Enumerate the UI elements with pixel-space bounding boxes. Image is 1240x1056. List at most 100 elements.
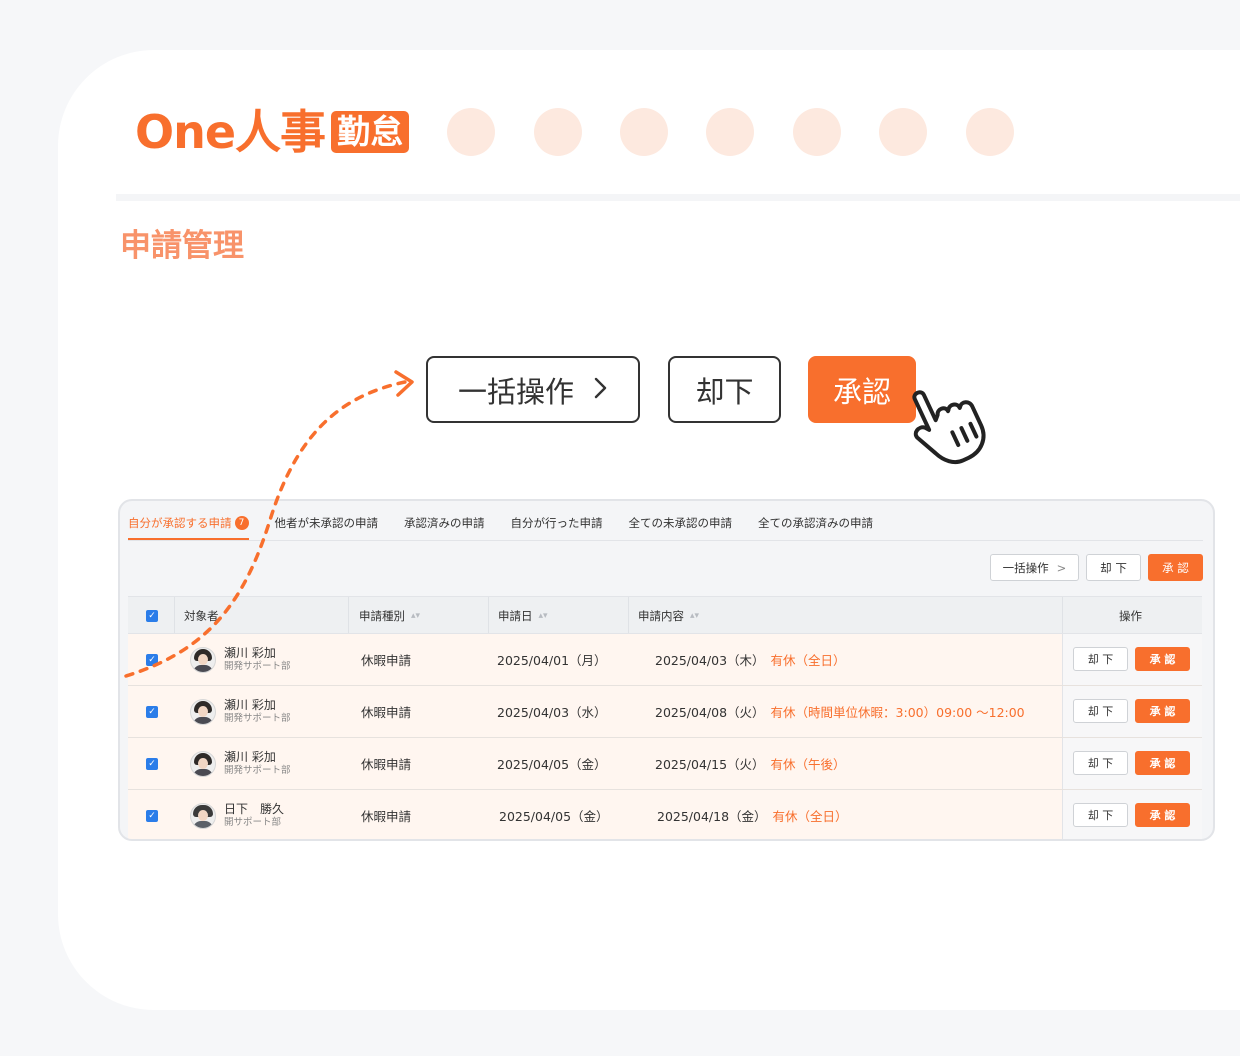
column-divider <box>628 597 629 633</box>
content-date: 2025/04/08（火） <box>655 705 765 720</box>
brand-badge: 勤怠 <box>331 111 410 153</box>
row-approve-button[interactable]: 承 認 <box>1135 699 1190 723</box>
tab-all-approved[interactable]: 全ての承認済みの申請 <box>758 515 873 540</box>
tab-others-pending[interactable]: 他者が未承認の申請 <box>275 515 379 540</box>
bulk-action-button[interactable]: 一括操作 > <box>990 554 1079 581</box>
header-divider <box>116 194 1240 201</box>
check-icon: ✓ <box>146 705 158 718</box>
bulk-action-label: 一括操作 <box>457 374 574 409</box>
table-row: ✓ 日下 勝久 開サポート部 休暇申請 2025/04/05（金） 2025/0… <box>128 790 1202 839</box>
type-cell: 休暇申請 <box>361 653 412 668</box>
leave-type: 有休（午後） <box>770 757 846 772</box>
bulk-action-button-large[interactable]: 一括操作 <box>426 356 640 423</box>
date-cell: 2025/04/03（水） <box>497 705 607 720</box>
header-ops: 操作 <box>1119 609 1142 623</box>
decorative-dot <box>793 108 841 156</box>
count-badge: 7 <box>234 516 249 530</box>
avatar <box>190 698 216 725</box>
row-approve-button[interactable]: 承 認 <box>1135 803 1190 827</box>
column-divider <box>174 597 175 633</box>
row-reject-button[interactable]: 却 下 <box>1073 803 1128 827</box>
tab-all-pending[interactable]: 全ての未承認の申請 <box>629 515 733 540</box>
header-subject: 対象者 <box>184 609 219 623</box>
type-cell: 休暇申請 <box>361 705 412 720</box>
person-name: 日下 勝久 <box>224 801 285 816</box>
requests-table: ✓ 対象者 申請種別 ▴▾ 申請日 ▴▾ 申請内容 ▴▾ 操作 ✓ 瀬川 彩加 … <box>128 596 1202 839</box>
column-divider <box>348 597 349 633</box>
tab-label: 自分が承認する申請 <box>128 516 232 530</box>
content-cell: 2025/04/03（木） 有休（全日） <box>655 634 846 685</box>
select-all-checkbox[interactable]: ✓ <box>146 597 158 635</box>
avatar <box>190 646 216 673</box>
tab-bar: 自分が承認する申請 7 他者が未承認の申請 承認済みの申請 自分が行った申請 全… <box>128 501 1203 541</box>
decorative-dot <box>966 108 1014 156</box>
table-header: ✓ 対象者 申請種別 ▴▾ 申請日 ▴▾ 申請内容 ▴▾ 操作 <box>128 596 1202 634</box>
person-dept: 開発サポート部 <box>224 712 291 724</box>
date-cell: 2025/04/01（月） <box>497 653 607 668</box>
row-reject-button[interactable]: 却 下 <box>1073 751 1128 775</box>
ops-cell: 却 下 承 認 <box>1062 738 1202 789</box>
row-approve-button[interactable]: 承 認 <box>1135 751 1190 775</box>
decorative-dot <box>879 108 927 156</box>
header-content[interactable]: 申請内容 ▴▾ <box>638 597 699 635</box>
row-checkbox[interactable]: ✓ <box>146 686 158 737</box>
header-date[interactable]: 申請日 ▴▾ <box>498 597 548 635</box>
row-checkbox[interactable]: ✓ <box>146 738 158 789</box>
tab-my-approvals[interactable]: 自分が承認する申請 7 <box>128 515 249 540</box>
row-checkbox[interactable]: ✓ <box>146 634 158 685</box>
person-dept: 開発サポート部 <box>224 764 291 776</box>
table-row: ✓ 瀬川 彩加 開発サポート部 休暇申請 2025/04/01（月） 2025/… <box>128 634 1202 686</box>
check-icon: ✓ <box>146 809 158 822</box>
subject-cell: 日下 勝久 開サポート部 <box>190 790 285 839</box>
decorative-dot <box>620 108 668 156</box>
decorative-dot <box>534 108 582 156</box>
person-name: 瀬川 彩加 <box>224 645 276 660</box>
tab-approved[interactable]: 承認済みの申請 <box>404 515 485 540</box>
check-icon: ✓ <box>146 653 158 666</box>
check-icon: ✓ <box>146 757 158 770</box>
date-cell: 2025/04/05（金） <box>499 809 609 824</box>
date-cell: 2025/04/05（金） <box>497 757 607 772</box>
bulk-action-label: 一括操作 <box>1002 560 1049 575</box>
column-divider <box>1062 597 1063 633</box>
brand-logo: One人事 勤怠 <box>135 104 410 160</box>
approve-button[interactable]: 承 認 <box>1148 554 1203 581</box>
avatar <box>190 802 216 829</box>
page-title: 申請管理 <box>120 228 244 264</box>
subject-cell: 瀬川 彩加 開発サポート部 <box>190 686 291 737</box>
reject-button[interactable]: 却 下 <box>1086 554 1141 581</box>
chevron-right-icon: > <box>1056 560 1067 575</box>
ops-cell: 却 下 承 認 <box>1062 790 1202 839</box>
subject-cell: 瀬川 彩加 開発サポート部 <box>190 738 291 789</box>
person-dept: 開発サポート部 <box>224 660 291 672</box>
person-dept: 開サポート部 <box>224 816 282 828</box>
leave-type: 有休（時間単位休暇：3:00）09:00 〜12:00 <box>770 705 1025 720</box>
reject-button-large[interactable]: 却下 <box>668 356 781 423</box>
ops-cell: 却 下 承 認 <box>1062 634 1202 685</box>
row-reject-button[interactable]: 却 下 <box>1073 647 1128 671</box>
sort-icon: ▴▾ <box>411 611 421 621</box>
decorative-dot <box>447 108 495 156</box>
row-checkbox[interactable]: ✓ <box>146 790 158 839</box>
leave-type: 有休（全日） <box>770 653 846 668</box>
subject-cell: 瀬川 彩加 開発サポート部 <box>190 634 291 685</box>
header-content-label: 申請内容 <box>638 609 684 623</box>
leave-type: 有休（全日） <box>772 809 848 824</box>
check-icon: ✓ <box>146 610 158 622</box>
type-cell: 休暇申請 <box>361 809 412 824</box>
content-date: 2025/04/15（火） <box>655 757 765 772</box>
row-reject-button[interactable]: 却 下 <box>1073 699 1128 723</box>
header-type[interactable]: 申請種別 ▴▾ <box>359 597 420 635</box>
approve-button-large[interactable]: 承認 <box>808 356 916 423</box>
approval-panel: 自分が承認する申請 7 他者が未承認の申請 承認済みの申請 自分が行った申請 全… <box>118 499 1215 841</box>
row-approve-button[interactable]: 承 認 <box>1135 647 1190 671</box>
person-name: 瀬川 彩加 <box>224 697 276 712</box>
chevron-right-icon <box>594 373 608 406</box>
header-type-label: 申請種別 <box>359 609 405 623</box>
header-date-label: 申請日 <box>498 609 533 623</box>
content-cell: 2025/04/08（火） 有休（時間単位休暇：3:00）09:00 〜12:0… <box>655 686 1025 737</box>
column-divider <box>488 597 489 633</box>
content-cell: 2025/04/18（金） 有休（全日） <box>657 790 848 839</box>
tab-my-requests[interactable]: 自分が行った申請 <box>511 515 603 540</box>
decorative-dot <box>706 108 754 156</box>
